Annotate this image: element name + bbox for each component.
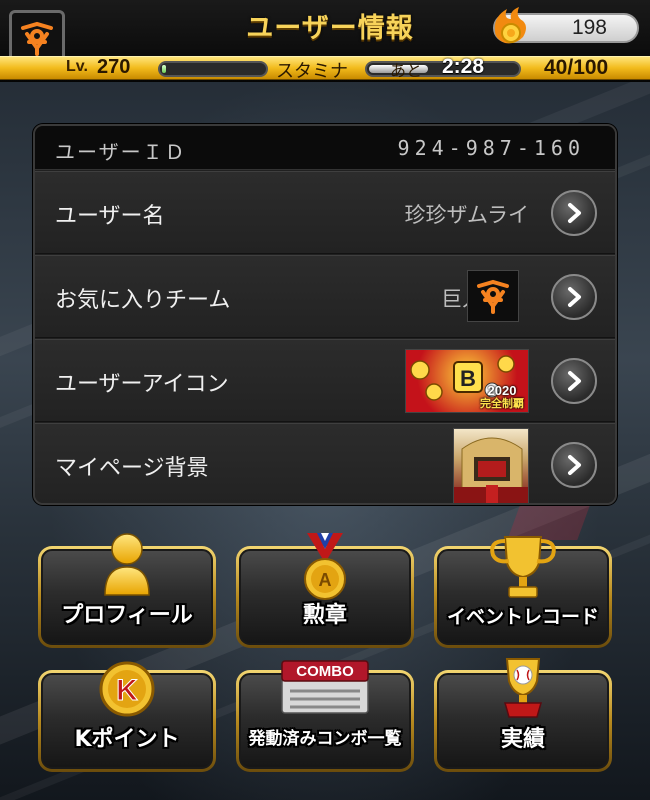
event-record-label: イベントレコード (446, 606, 599, 628)
user-info-panel: ユーザーＩＤ 924-987-160 ユーザー名 珍珍ザムライ お気に入りチーム… (33, 124, 617, 505)
chevron-right-icon[interactable] (551, 442, 597, 488)
level-value: 270 (97, 56, 131, 78)
row-favorite-team[interactable]: お気に入りチーム 巨人 (35, 255, 615, 338)
recover-time: 2:28 (442, 55, 485, 78)
user-id-row: ユーザーＩＤ 924-987-160 (35, 126, 615, 170)
profile-button[interactable]: プロフィール (38, 533, 216, 648)
recover-prefix: あと (390, 61, 423, 80)
svg-text:B: B (460, 366, 476, 391)
coin-value: 198 (571, 16, 607, 39)
flame-coin-icon (494, 7, 526, 44)
combo-list-button[interactable]: COMBO 発動済みコンボ一覧 (236, 660, 414, 772)
user-name-value: 珍珍ザムライ (404, 203, 529, 227)
medals-button[interactable]: A 勲章 (236, 533, 414, 648)
k-points-button[interactable]: K Kポイント (38, 661, 216, 772)
top-bar: ユーザー情報 198 Lv. 270 スタミナ あと 2:28 40/100 (0, 0, 650, 82)
thumb-caption: 完全制覇 (480, 397, 524, 410)
achievements-button[interactable]: 実績 (434, 658, 612, 772)
coin-counter[interactable]: 198 (493, 7, 639, 44)
page-title: ユーザー情報 (246, 13, 414, 44)
chevron-right-icon[interactable] (551, 190, 597, 236)
medals-label: 勲章 (302, 603, 347, 628)
svg-text:K: K (116, 674, 138, 707)
user-id-label: ユーザーＩＤ (55, 140, 187, 164)
combo-badge: COMBO (296, 663, 354, 680)
exp-bar (158, 61, 268, 77)
row-mypage-background[interactable]: マイページ背景 (35, 423, 615, 503)
chevron-right-icon[interactable] (551, 274, 597, 320)
status-bar: Lv. 270 スタミナ あと 2:28 40/100 (0, 55, 650, 82)
user-id-value: 924-987-160 (397, 136, 585, 160)
row-label: マイページ背景 (55, 456, 209, 481)
trophy-icon (439, 529, 607, 609)
combo-list-label: 発動済みコンボ一覧 (248, 729, 402, 749)
background-thumbnail (453, 428, 529, 503)
k-points-label: Kポイント (74, 727, 180, 752)
event-record-button[interactable]: イベントレコード (434, 536, 612, 648)
row-label: お気に入りチーム (55, 288, 231, 313)
svg-text:A: A (319, 570, 332, 590)
chevron-right-icon[interactable] (551, 358, 597, 404)
thumb-year: 2020 (487, 383, 517, 398)
exp-fill (162, 65, 167, 73)
giants-logo-icon (477, 279, 509, 314)
row-user-name[interactable]: ユーザー名 珍珍ザムライ (35, 171, 615, 254)
stamina-value: 40/100 (544, 56, 609, 79)
row-label: ユーザーアイコン (55, 372, 229, 397)
row-label: ユーザー名 (55, 204, 165, 229)
row-user-icon[interactable]: ユーザーアイコン B 2020 完全制覇 (35, 339, 615, 422)
giants-logo-icon (21, 21, 53, 56)
level-prefix: Lv. (66, 58, 88, 75)
stamina-label: スタミナ (276, 61, 348, 82)
user-icon-thumbnail: B 2020 完全制覇 (405, 349, 529, 413)
team-logo (467, 270, 519, 322)
profile-label: プロフィール (61, 603, 193, 628)
achievements-label: 実績 (500, 727, 545, 752)
